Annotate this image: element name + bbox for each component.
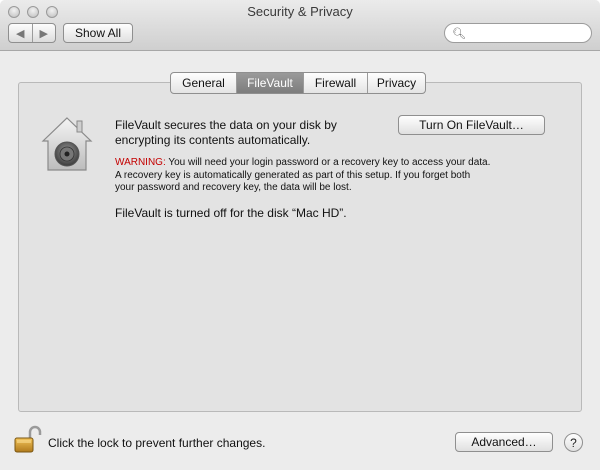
filevault-description: FileVault secures the data on your disk … [115,118,337,147]
tab-filevault[interactable]: FileVault [237,73,304,93]
show-all-button[interactable]: Show All [63,23,133,43]
back-forward-control: ◀ ▶ [8,23,56,43]
advanced-button[interactable]: Advanced… [455,432,553,452]
magnifier-icon: 🔍︎ [452,28,466,40]
turn-on-filevault-button[interactable]: Turn On FileVault… [398,115,545,135]
lock-instructions: Click the lock to prevent further change… [48,436,266,450]
tab-bar: General FileVault Firewall Privacy [170,72,426,94]
filevault-icon [41,117,93,171]
unlocked-padlock-icon[interactable] [13,424,43,454]
warning-label: WARNING: [115,157,166,168]
tab-privacy[interactable]: Privacy [368,73,425,93]
title-bar: Security & Privacy ◀ ▶ Show All 🔍︎ [0,0,600,51]
tab-firewall[interactable]: Firewall [304,73,368,93]
help-button[interactable]: ? [564,433,583,452]
filevault-status: FileVault is turned off for the disk “Ma… [115,206,347,220]
preferences-window: Security & Privacy ◀ ▶ Show All 🔍︎ Gener… [0,0,600,470]
warning-text: WARNING: You will need your login passwo… [115,157,491,193]
search-field[interactable]: 🔍︎ [444,23,592,43]
window-title: Security & Privacy [247,4,353,19]
tab-general[interactable]: General [171,73,237,93]
forward-button[interactable]: ▶ [33,24,56,42]
back-button[interactable]: ◀ [9,24,33,42]
